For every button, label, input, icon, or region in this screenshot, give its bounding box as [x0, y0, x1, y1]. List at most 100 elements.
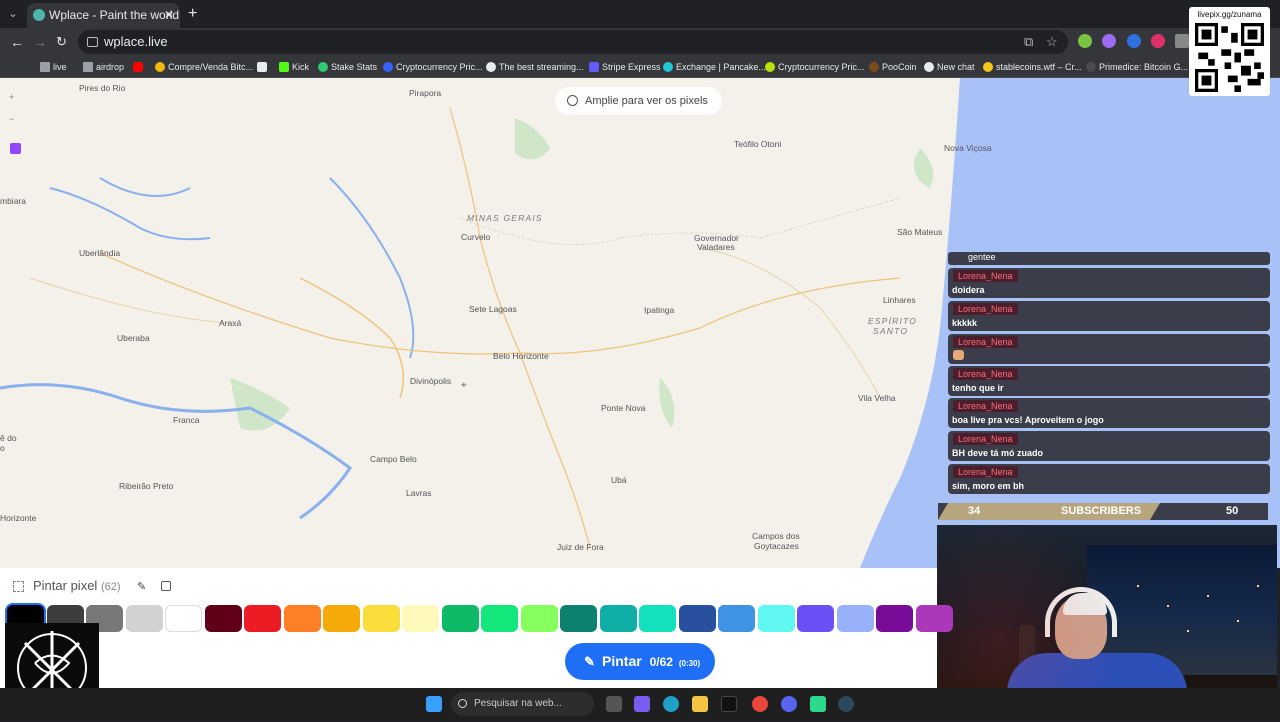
paint-label: Pintar [602, 653, 642, 669]
bookmark-item[interactable] [257, 59, 270, 75]
city-label: Ribeirão Preto [119, 481, 174, 491]
color-swatch[interactable] [520, 605, 558, 632]
color-swatch[interactable] [876, 605, 913, 632]
eraser-icon[interactable] [161, 581, 171, 591]
url-text: wplace.live [104, 34, 168, 49]
steam-icon[interactable] [838, 696, 854, 712]
task-view-icon[interactable] [606, 696, 622, 712]
chat-message: Lorena_Nena kkkkk [948, 301, 1270, 331]
extension-icon[interactable] [1151, 34, 1165, 48]
city-label: ê do [0, 433, 17, 443]
color-swatch[interactable] [560, 605, 597, 632]
bookmark-item[interactable]: Cryptocurrency Pric... [765, 59, 865, 75]
crosshair-icon[interactable]: ⌖ [461, 380, 467, 391]
bookmark-item[interactable]: live [40, 59, 67, 75]
bookmark-item[interactable]: PooCoin [869, 59, 917, 75]
chat-text: doidera [952, 285, 985, 295]
edge-icon[interactable] [663, 696, 679, 712]
windows-start-icon[interactable] [426, 696, 442, 712]
bookmark-item[interactable]: Stripe Express [589, 59, 661, 75]
tab-wplace[interactable]: Wplace - Paint the world ✕ [27, 3, 180, 28]
bookmark-item[interactable]: New chat [924, 59, 975, 75]
bookmark-item[interactable]: Exchange | Pancake... [663, 59, 766, 75]
pencil-icon[interactable]: ✎ [137, 580, 146, 593]
color-swatch[interactable] [678, 605, 716, 632]
city-label: Franca [173, 415, 200, 425]
extensions-puzzle-icon[interactable] [1175, 34, 1189, 48]
expand-icon[interactable] [13, 581, 24, 592]
color-swatch[interactable] [915, 605, 953, 632]
city-label: Belo Horizonte [493, 351, 549, 361]
install-app-icon[interactable]: ⧉ [1024, 34, 1033, 50]
twitch-icon[interactable] [10, 143, 21, 154]
bookmark-item[interactable]: The best streaming... [486, 59, 584, 75]
zoom-out-button[interactable]: − [9, 114, 14, 124]
color-swatch[interactable] [836, 605, 874, 632]
star-icon[interactable]: ☆ [1046, 34, 1058, 50]
close-icon[interactable]: ✕ [164, 3, 174, 28]
tab-search-icon[interactable]: ⌄ [4, 5, 22, 23]
webcam-overlay [937, 525, 1277, 688]
forward-icon[interactable]: → [33, 32, 47, 52]
chrome-icon[interactable] [752, 696, 768, 712]
color-swatch[interactable] [757, 605, 795, 632]
extension-icon[interactable] [1078, 34, 1092, 48]
bookmarks-bar: live airdrop Compre/Venda Bitc... Kick S… [0, 55, 1280, 78]
color-swatch[interactable] [441, 605, 479, 632]
bookmark-item[interactable]: Primedice: Bitcoin G... [1086, 59, 1188, 75]
color-swatch[interactable] [362, 605, 400, 632]
paint-panel: Pintar pixel (62) ✎ ✎ Pintar 0/62 (0:30) [0, 568, 953, 688]
chat-text: BH deve tá mó zuado [952, 448, 1044, 458]
color-swatch[interactable] [639, 605, 676, 632]
discord-icon[interactable] [781, 696, 797, 712]
kick-icon [279, 62, 289, 72]
color-swatch[interactable] [599, 605, 637, 632]
poocoin-icon [869, 62, 879, 72]
file-explorer-icon[interactable] [692, 696, 708, 712]
taskbar-search[interactable]: Pesquisar na web... [451, 692, 594, 716]
bookmark-item[interactable]: Stake Stats [318, 59, 377, 75]
color-swatch[interactable] [165, 605, 202, 632]
color-swatch[interactable] [481, 605, 518, 632]
paint-button[interactable]: ✎ Pintar 0/62 (0:30) [565, 643, 715, 680]
chat-message: Lorena_Nena sim, moro em bh [948, 464, 1270, 494]
color-swatch[interactable] [323, 605, 360, 632]
copilot-icon[interactable] [634, 696, 650, 712]
tiktok-icon[interactable] [721, 696, 737, 712]
city-label: Teófilo Otoni [734, 139, 782, 149]
color-swatch[interactable] [204, 605, 242, 632]
qr-code-icon [1195, 23, 1264, 92]
binance-icon [155, 62, 165, 72]
color-swatch[interactable] [125, 605, 163, 632]
back-icon[interactable]: ← [10, 32, 24, 52]
bookmark-item[interactable] [133, 59, 146, 75]
bookmark-item[interactable]: stablecoins.wtf – Cr... [983, 59, 1082, 75]
new-tab-icon[interactable]: + [188, 3, 197, 25]
primedice-icon [1086, 62, 1096, 72]
city-label: Pirapora [409, 88, 442, 98]
pixel-count: (62) [100, 581, 121, 593]
chat-username: Lorena_Nena [953, 368, 1018, 380]
qr-label: livepix.gg/zunama [1197, 10, 1262, 19]
city-label: Curvelo [461, 232, 491, 242]
bookmark-item[interactable]: Compre/Venda Bitc... [155, 59, 253, 75]
color-swatch[interactable] [797, 605, 834, 632]
bookmark-item[interactable]: Cryptocurrency Pric... [383, 59, 483, 75]
city-label: Vila Velha [858, 393, 896, 403]
zoom-hint-pill[interactable]: Amplie para ver os pixels [555, 87, 722, 115]
zoom-in-button[interactable]: + [9, 92, 14, 102]
extension-icon[interactable] [1102, 34, 1116, 48]
color-swatch[interactable] [402, 605, 439, 632]
color-swatch[interactable] [283, 605, 321, 632]
bookmark-item[interactable]: Kick [279, 59, 309, 75]
coinmarketcap-icon [383, 62, 393, 72]
kick-app-icon[interactable] [810, 696, 826, 712]
color-swatch[interactable] [244, 605, 281, 632]
bookmark-item[interactable]: airdrop [83, 59, 124, 75]
site-info-icon[interactable] [87, 37, 98, 47]
extension-icon[interactable] [1127, 34, 1141, 48]
reload-icon[interactable]: ↻ [56, 32, 67, 52]
color-swatch[interactable] [718, 605, 755, 632]
subs-current: 34 [968, 505, 981, 517]
address-bar[interactable]: wplace.live ⧉ ☆ [78, 30, 1068, 54]
